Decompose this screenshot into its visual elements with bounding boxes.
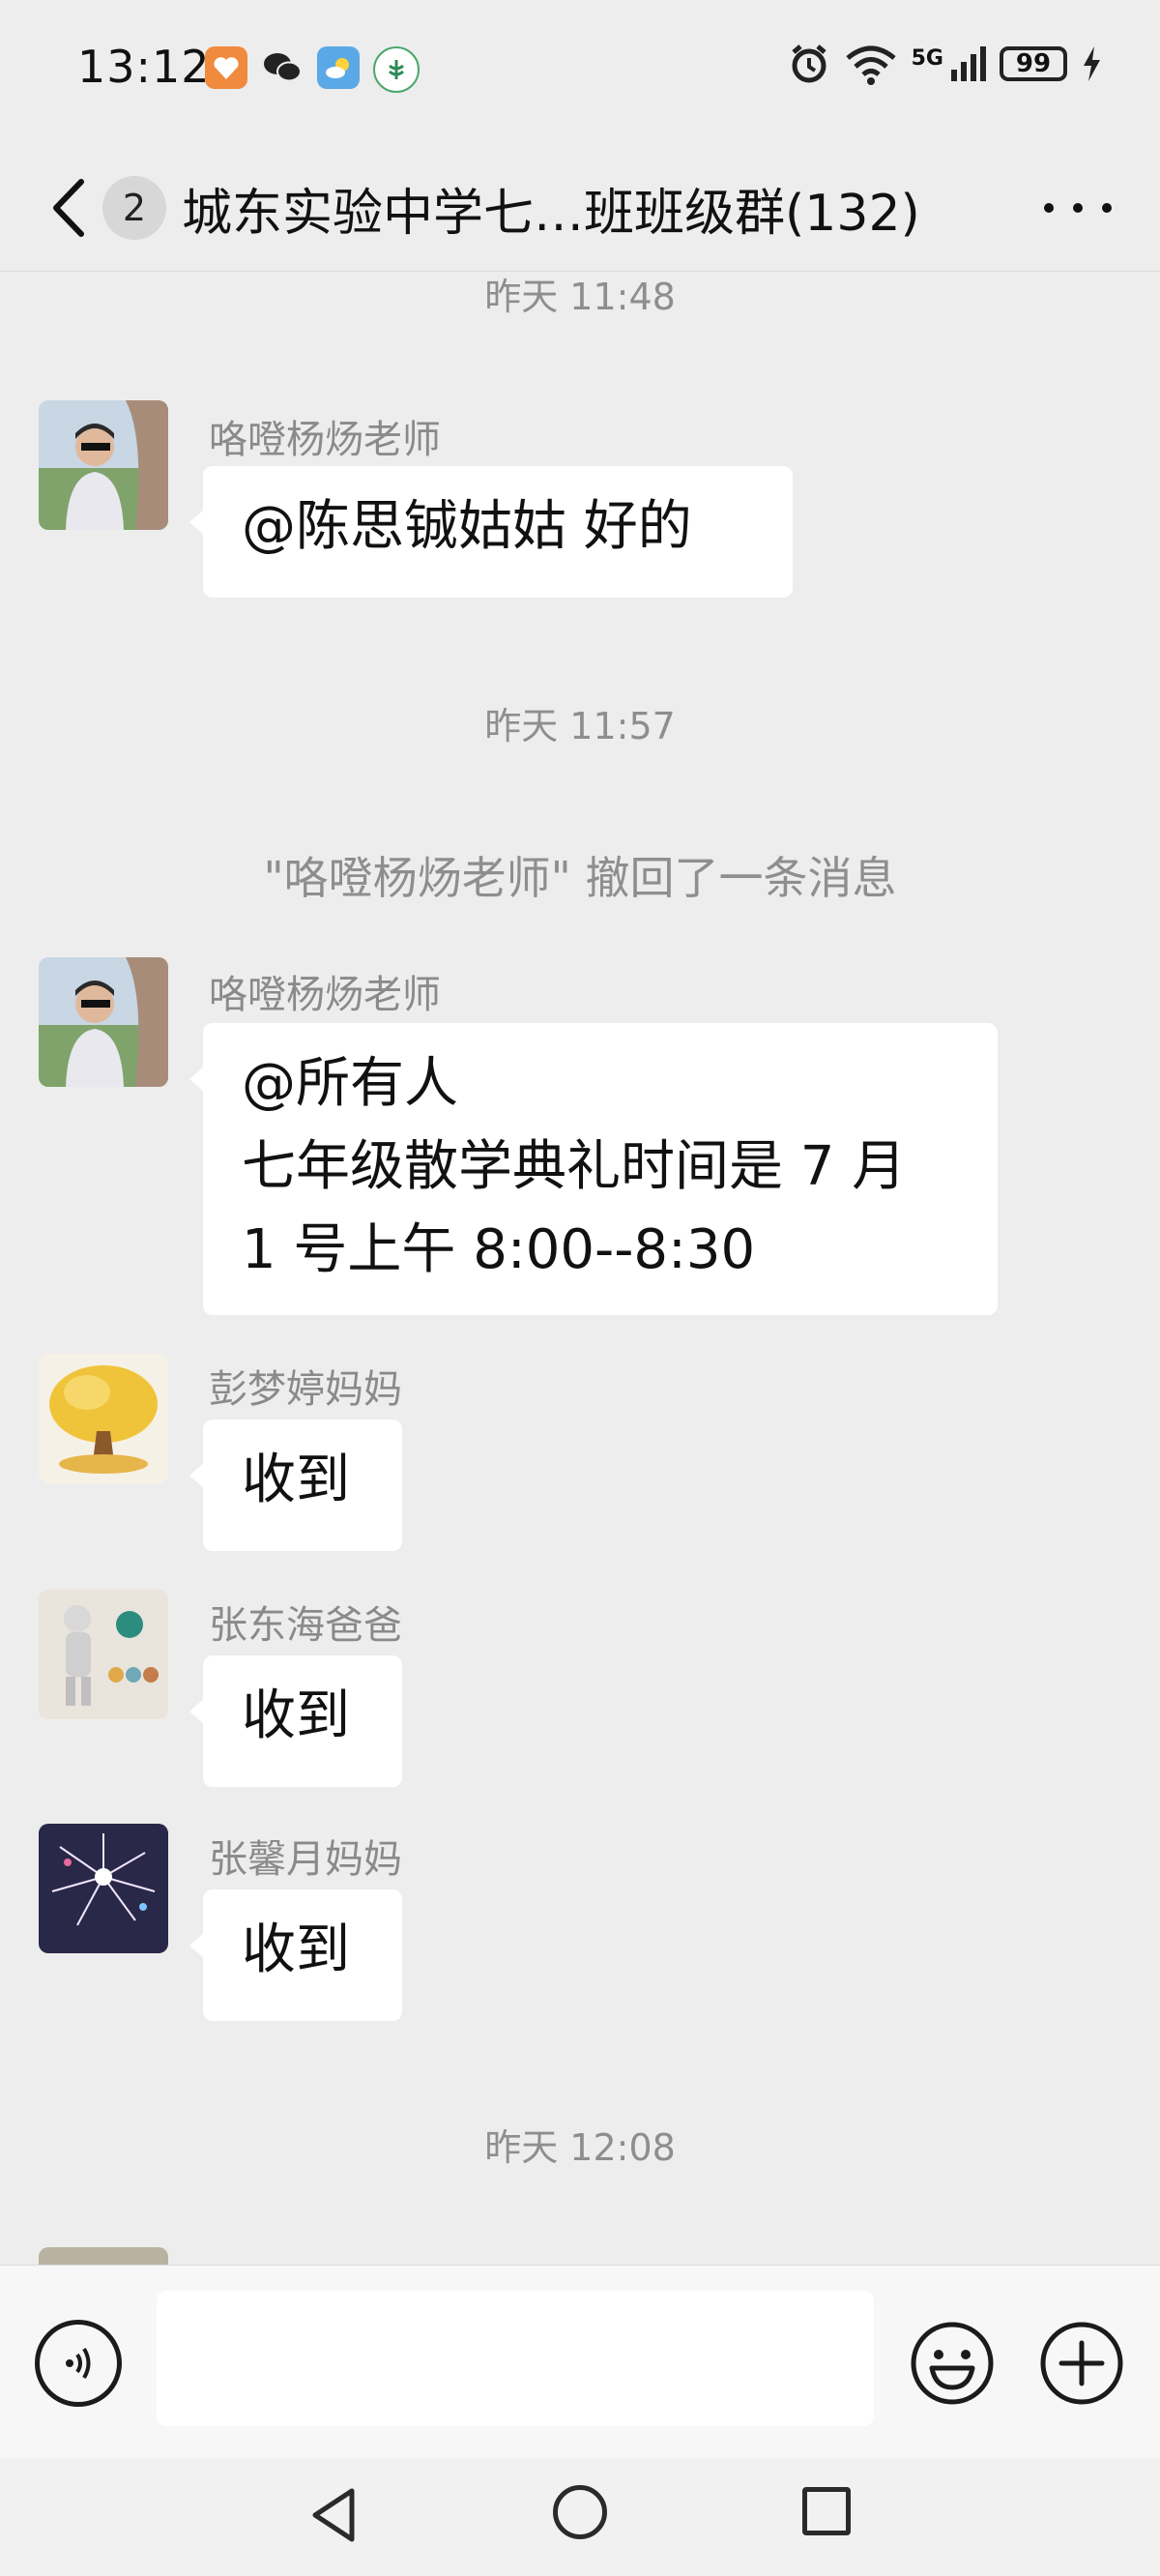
sender-name: 咯噔杨炀老师 (209, 973, 441, 1017)
alarm-icon (791, 44, 826, 83)
signal-5g-icon: 5G (912, 46, 986, 81)
battery-level: 99 (1015, 49, 1052, 78)
sender-name: 张馨月妈妈 (209, 1837, 402, 1882)
status-right-group: 5G 99 (788, 43, 1102, 85)
message-bubble[interactable]: @所有人 七年级散学典礼时间是 7 月 1 号上午 8:00--8:30 (189, 1023, 998, 1315)
battery-icon: 99 (1000, 46, 1067, 81)
sender-name: 张东海爸爸 (209, 1603, 402, 1648)
message-bubble[interactable]: @陈思铖姑姑 好的 (189, 466, 793, 598)
voice-icon (66, 2347, 91, 2380)
emoji-icon[interactable] (909, 2320, 996, 2407)
message-text: 收到 (242, 1918, 350, 1981)
message-text: @陈思铖姑姑 好的 (242, 495, 692, 558)
more-options-icon[interactable] (1044, 184, 1112, 232)
message-input[interactable] (157, 2291, 874, 2426)
system-navigation-bar (0, 2458, 1160, 2576)
charging-icon (1084, 46, 1100, 81)
chat-message-list[interactable]: 昨天 11:48 咯噔杨炀老师 @陈思铖姑姑 好的 昨天 11:57 "咯噔杨炀… (0, 273, 1160, 2265)
message-bubble[interactable]: 收到 (189, 1655, 402, 1787)
message-text: 收到 (242, 1449, 350, 1511)
status-time: 13:12 (77, 41, 211, 93)
time-separator: 昨天 12:08 (484, 2126, 676, 2169)
system-message-recalled: "咯噔杨炀老师" 撤回了一条消息 (263, 852, 897, 904)
voice-input-button[interactable] (35, 2320, 122, 2407)
wifi-icon (846, 45, 896, 85)
avatar[interactable] (39, 1590, 168, 1719)
avatar[interactable] (39, 957, 168, 1087)
message-bubble[interactable]: 收到 (189, 1420, 402, 1551)
chat-header: 2 城东实验中学七…班班级群(132) (0, 145, 1160, 272)
network-label: 5G (911, 46, 943, 71)
nav-recent-apps-icon[interactable] (802, 2487, 851, 2535)
time-separator: 昨天 11:57 (484, 705, 676, 747)
wechat-icon (261, 46, 304, 89)
plus-icon[interactable] (1038, 2320, 1125, 2407)
message-text: 收到 (242, 1684, 350, 1747)
avatar[interactable] (39, 1824, 168, 1953)
status-app-icons (205, 46, 420, 93)
message-bubble[interactable]: 收到 (189, 1889, 402, 2021)
sender-name: 咯噔杨炀老师 (209, 418, 441, 462)
nav-home-icon[interactable] (553, 2485, 607, 2539)
bank-icon (373, 46, 420, 93)
time-separator: 昨天 11:48 (484, 276, 676, 318)
chat-title[interactable]: 城东实验中学七…班班级群(132) (182, 172, 920, 245)
back-arrow-icon[interactable] (43, 174, 97, 242)
avatar[interactable] (39, 400, 168, 530)
message-input-bar (0, 2265, 1160, 2459)
unread-count-badge: 2 (102, 176, 166, 240)
avatar[interactable] (39, 1354, 168, 1483)
weather-icon (317, 46, 360, 89)
status-bar: 13:12 5G 99 (0, 0, 1160, 135)
sender-name: 彭梦婷妈妈 (209, 1367, 402, 1412)
nav-back-icon[interactable] (307, 2485, 360, 2545)
taobao-heart-icon (205, 46, 247, 89)
avatar[interactable] (39, 2247, 168, 2265)
message-text: @所有人 七年级散学典礼时间是 7 月 1 号上午 8:00--8:30 (242, 1052, 907, 1281)
